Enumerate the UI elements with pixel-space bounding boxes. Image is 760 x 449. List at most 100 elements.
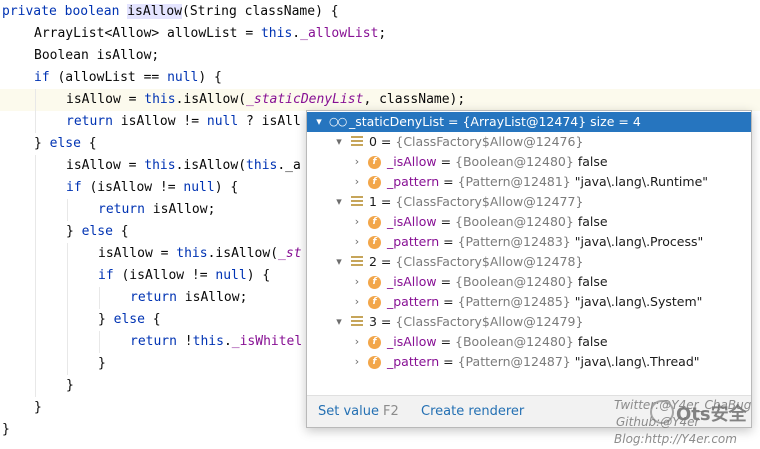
code-token: return — [98, 202, 145, 217]
field-value: "java\.lang\.Runtime" — [574, 174, 709, 189]
code-token: ._a — [277, 158, 301, 173]
chevron-right-icon[interactable]: › — [351, 272, 363, 292]
code-text: isAllow = this.isAllow(_staticDenyList, … — [66, 89, 465, 111]
code-line[interactable]: if (allowList == null) { — [0, 67, 760, 89]
element-index: 1 — [369, 194, 377, 209]
list-item-icon — [351, 316, 363, 328]
field-type: {Boolean@12480} — [455, 154, 574, 169]
code-text: isAllow = this.isAllow(this._a — [66, 155, 301, 177]
tree-element-row[interactable]: ▾ 2 = {ClassFactory$Allow@12478} — [307, 252, 751, 272]
code-token: private boolean — [2, 4, 128, 19]
tree-field-row[interactable]: › f _isAllow = {Boolean@12480} false — [307, 332, 751, 352]
code-token: isAllow = — [98, 246, 177, 261]
chevron-right-icon[interactable]: › — [351, 292, 363, 312]
chevron-right-icon[interactable]: › — [351, 232, 363, 252]
equals-sign: = — [439, 234, 458, 249]
equals-sign: = — [439, 294, 458, 309]
field-name: _pattern — [387, 174, 440, 189]
chevron-right-icon[interactable]: › — [351, 172, 363, 192]
code-text: } — [98, 353, 106, 375]
code-token: _staticDenyList — [246, 92, 364, 107]
code-token: (isAllow != — [113, 268, 216, 283]
field-value: "java\.lang\.Process" — [574, 234, 704, 249]
chevron-down-icon[interactable]: ▾ — [333, 192, 345, 212]
code-line[interactable]: ArrayList<Allow> allowList = this._allow… — [0, 23, 760, 45]
code-token: else — [49, 136, 81, 151]
code-text: return isAllow != null ? isAll — [66, 111, 301, 133]
code-token: this — [144, 92, 176, 107]
tree-element-row[interactable]: ▾ 0 = {ClassFactory$Allow@12476} — [307, 132, 751, 152]
code-token: ; — [378, 26, 387, 41]
code-token: if — [98, 268, 114, 283]
element-label: 3 = {ClassFactory$Allow@12479} — [369, 312, 583, 332]
tree-field-row[interactable]: › f _pattern = {Pattern@12487} "java\.lang… — [307, 352, 751, 372]
field-label: _isAllow = {Boolean@12480} false — [387, 332, 608, 352]
chevron-right-icon[interactable]: › — [351, 212, 363, 232]
field-type: {Pattern@12481} — [457, 174, 571, 189]
code-text: private boolean isAllow(String className… — [2, 1, 339, 23]
code-token: ) { — [214, 180, 239, 195]
code-token: isAllow != — [112, 114, 207, 129]
code-line[interactable]: isAllow = this.isAllow(_staticDenyList, … — [0, 89, 760, 111]
tree-field-row[interactable]: › f _isAllow = {Boolean@12480} false — [307, 212, 751, 232]
field-name: _pattern — [387, 234, 440, 249]
indent-guide — [67, 287, 68, 309]
tree-element-row[interactable]: ▾ 1 = {ClassFactory$Allow@12477} — [307, 192, 751, 212]
code-text: if (allowList == null) { — [34, 67, 222, 89]
field-icon: f — [368, 356, 381, 369]
element-label: 2 = {ClassFactory$Allow@12478} — [369, 252, 583, 272]
equals-sign: = — [436, 154, 456, 169]
code-token: ) { — [246, 268, 271, 283]
code-text: } — [34, 397, 42, 419]
code-token: } — [98, 356, 106, 371]
code-token: _st — [278, 246, 302, 261]
tree-field-row[interactable]: › f _isAllow = {Boolean@12480} false — [307, 272, 751, 292]
field-type: {Pattern@12485} — [457, 294, 571, 309]
tree-element-row[interactable]: ▾ 3 = {ClassFactory$Allow@12479} — [307, 312, 751, 332]
debug-value-popup[interactable]: ▾ ○○ _staticDenyList = {ArrayList@12474}… — [306, 110, 752, 428]
element-type: {ClassFactory$Allow@12477} — [395, 194, 584, 209]
watermark-github: Github:@Y4er — [616, 415, 700, 429]
watermark-blog: Blog:http://Y4er.com — [614, 432, 737, 446]
field-type: {Boolean@12480} — [455, 214, 574, 229]
field-label: _pattern = {Pattern@12483} "java\.lang\.… — [387, 232, 703, 252]
code-line[interactable]: Boolean isAllow; — [0, 45, 760, 67]
code-line[interactable]: private boolean isAllow(String className… — [0, 1, 760, 23]
element-index: 2 — [369, 254, 377, 269]
tree-root-row[interactable]: ▾ ○○ _staticDenyList = {ArrayList@12474}… — [307, 112, 751, 132]
field-value: false — [577, 214, 608, 229]
set-value-link[interactable]: Set value — [318, 396, 379, 427]
equals-sign: = — [439, 354, 458, 369]
code-token: null — [206, 114, 239, 129]
tree-field-row[interactable]: › f _isAllow = {Boolean@12480} false — [307, 152, 751, 172]
chevron-down-icon[interactable]: ▾ — [333, 252, 345, 272]
create-renderer-link[interactable]: Create renderer — [421, 396, 524, 427]
element-index: 3 — [369, 314, 377, 329]
field-icon: f — [368, 216, 381, 229]
equals-sign: = — [376, 134, 396, 149]
field-value: "java\.lang\.Thread" — [574, 354, 700, 369]
code-token: } — [34, 136, 50, 151]
code-text: return isAllow; — [98, 199, 215, 221]
code-token: } — [66, 224, 82, 239]
tree-field-row[interactable]: › f _pattern = {Pattern@12481} "java\.lang… — [307, 172, 751, 192]
field-value: false — [577, 334, 608, 349]
code-token: . — [292, 26, 301, 41]
chevron-right-icon[interactable]: › — [351, 152, 363, 172]
code-text: return isAllow; — [130, 287, 247, 309]
code-text: } — [2, 419, 10, 441]
chevron-down-icon[interactable]: ▾ — [333, 132, 345, 152]
field-value: false — [577, 274, 608, 289]
field-icon: f — [368, 296, 381, 309]
chevron-down-icon[interactable]: ▾ — [333, 312, 345, 332]
field-label: _isAllow = {Boolean@12480} false — [387, 152, 608, 172]
tree-field-row[interactable]: › f _pattern = {Pattern@12485} "java\.lang… — [307, 292, 751, 312]
chevron-right-icon[interactable]: › — [351, 352, 363, 372]
equals-sign: = — [436, 274, 456, 289]
code-text: isAllow = this.isAllow(_st — [98, 243, 302, 265]
chevron-right-icon[interactable]: › — [351, 332, 363, 352]
tree-field-row[interactable]: › f _pattern = {Pattern@12483} "java\.lang… — [307, 232, 751, 252]
root-name: _staticDenyList — [349, 114, 445, 129]
field-name: _isAllow — [387, 154, 437, 169]
chevron-down-icon[interactable]: ▾ — [313, 112, 325, 132]
